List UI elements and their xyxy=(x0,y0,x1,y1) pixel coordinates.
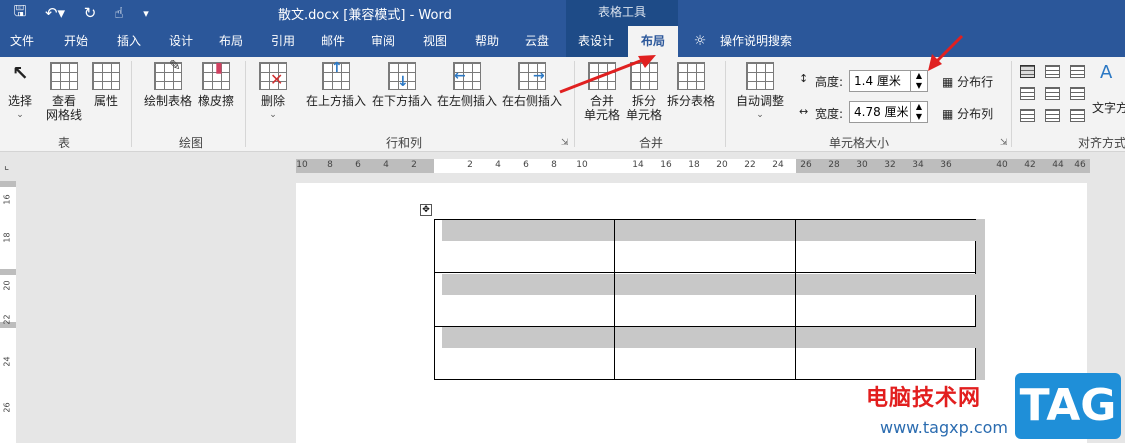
watermark-site-name: 电脑技术网 xyxy=(866,386,982,411)
watermark-tag-badge: TAG xyxy=(1015,373,1121,439)
annotation-arrows xyxy=(559,34,964,94)
arrow-to-layout-tab xyxy=(559,56,649,94)
watermark-url: www.tagxp.com xyxy=(880,418,1008,437)
arrow-to-height-spinner xyxy=(932,34,964,66)
